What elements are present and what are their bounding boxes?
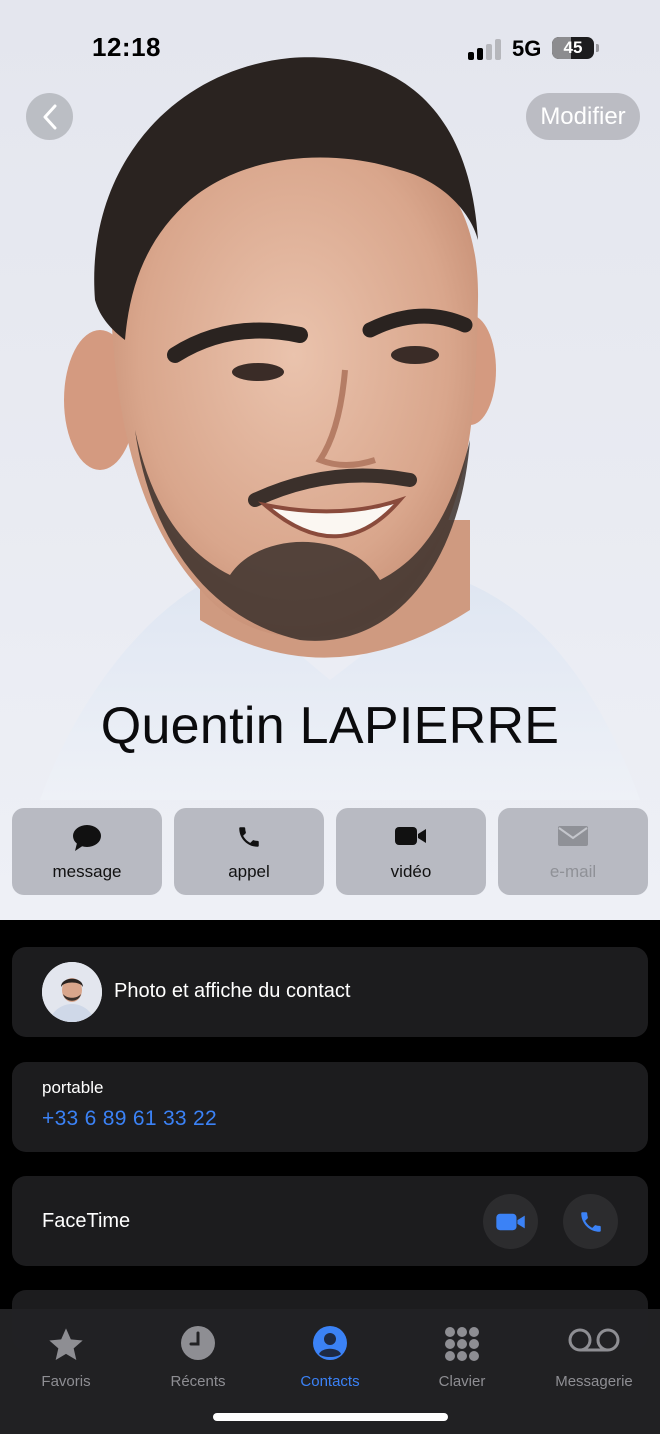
avatar (42, 962, 102, 1022)
cellular-signal-icon (468, 38, 502, 60)
message-bubble-icon (73, 825, 101, 851)
clock-icon (181, 1326, 215, 1360)
status-bar: 12:18 5G 45 (0, 0, 660, 96)
keypad-icon (445, 1327, 479, 1361)
tab-label: Messagerie (555, 1373, 633, 1390)
tab-label: Contacts (300, 1373, 360, 1390)
call-label: appel (228, 862, 270, 881)
facetime-audio-button[interactable] (563, 1194, 618, 1249)
contact-poster: 12:18 5G 45 Modifier Quentin LAPIERRE me… (0, 0, 660, 920)
quick-actions: message appel vidéo e-mail (12, 808, 648, 895)
star-icon (49, 1328, 83, 1360)
facetime-video-button[interactable] (483, 1194, 538, 1249)
person-circle-icon (313, 1326, 347, 1360)
phone-number-link[interactable]: +33 6 89 61 33 22 (42, 1107, 217, 1131)
voicemail-icon (568, 1328, 620, 1352)
phone-icon (580, 1211, 601, 1232)
message-label: message (52, 862, 122, 881)
envelope-icon (558, 826, 588, 846)
tab-label: Favoris (41, 1373, 91, 1390)
contact-name: Quentin LAPIERRE (100, 697, 560, 755)
email-label: e-mail (549, 862, 597, 881)
tab-messagerie[interactable]: Messagerie (528, 1319, 660, 1390)
tab-label: Récents (170, 1373, 226, 1390)
network-type: 5G (512, 36, 542, 61)
tab-favoris[interactable]: Favoris (0, 1319, 132, 1390)
tab-recents[interactable]: Récents (132, 1319, 264, 1390)
battery-icon: 45 (552, 37, 594, 59)
email-button[interactable]: e-mail (498, 808, 648, 895)
phone-icon (239, 827, 259, 847)
tab-contacts[interactable]: Contacts (264, 1319, 396, 1390)
video-camera-icon (395, 827, 426, 845)
back-button[interactable] (26, 93, 73, 140)
home-indicator[interactable] (213, 1413, 448, 1421)
battery-tip (596, 44, 599, 52)
battery-percent: 45 (563, 38, 583, 57)
photo-poster-label: Photo et affiche du contact (114, 980, 351, 1002)
video-label: vidéo (390, 862, 432, 881)
video-camera-icon (495, 1213, 525, 1230)
video-button[interactable]: vidéo (336, 808, 486, 895)
facetime-row: FaceTime (12, 1176, 648, 1266)
status-time: 12:18 (92, 32, 161, 62)
phone-type-label: portable (42, 1078, 104, 1097)
contact-photo-poster-row[interactable]: Photo et affiche du contact (12, 947, 648, 1037)
chevron-left-icon (43, 104, 56, 129)
call-button[interactable]: appel (174, 808, 324, 895)
edit-button[interactable]: Modifier (526, 93, 640, 140)
tab-label: Clavier (438, 1373, 486, 1390)
phone-row[interactable]: portable +33 6 89 61 33 22 (12, 1062, 648, 1152)
message-button[interactable]: message (12, 808, 162, 895)
facetime-label: FaceTime (42, 1210, 131, 1232)
tab-clavier[interactable]: Clavier (396, 1319, 528, 1390)
